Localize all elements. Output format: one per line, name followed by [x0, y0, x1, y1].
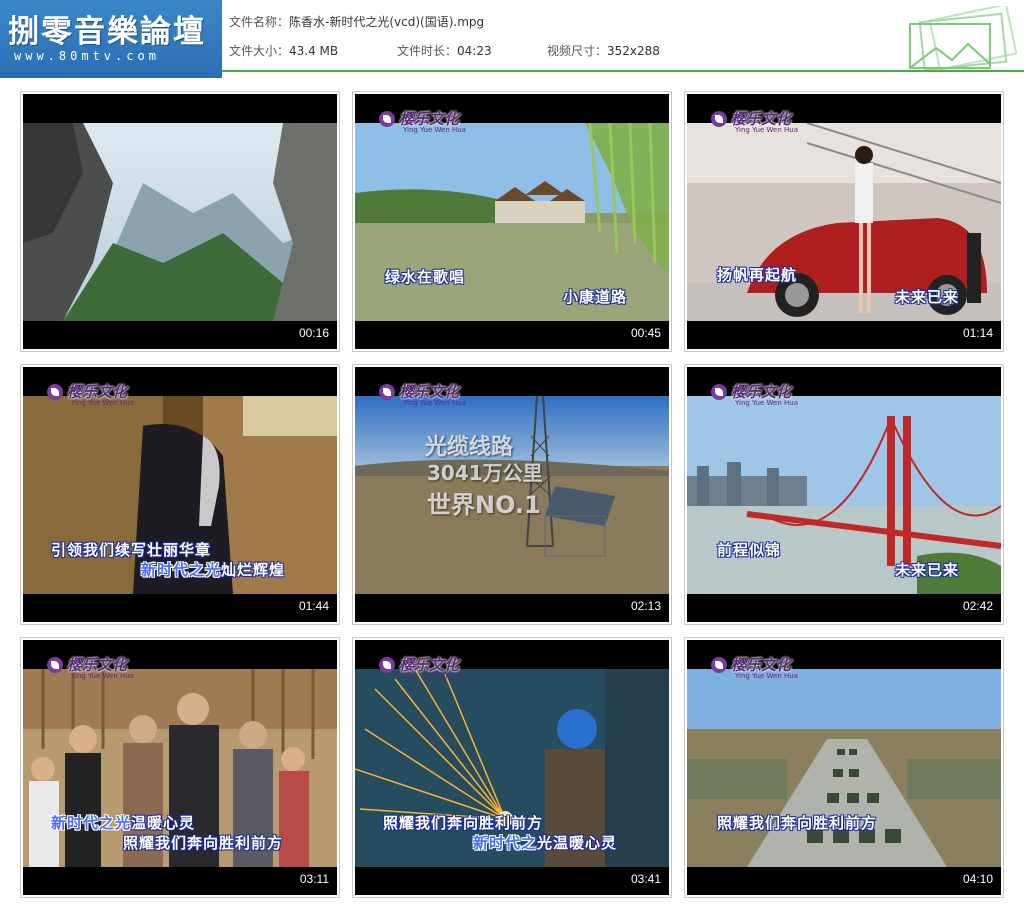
video-dimensions-info: 视频尺寸：352x288 [547, 42, 660, 59]
brand-watermark: 樱乐文化 Ying Yue Wen Hua [711, 652, 831, 682]
timestamp: 00:45 [630, 326, 661, 340]
file-name-label: 文件名称： [229, 15, 290, 29]
subtitle-line-1: 引领我们续写壮丽华章 [51, 541, 212, 559]
file-name-info: 文件名称：陈香水-新时代之光(vcd)(国语).mpg [229, 13, 484, 30]
subtitle-line-1: 新时代之光温暖心灵 [51, 812, 195, 833]
file-size-info: 文件大小：43.4 MB [229, 42, 338, 59]
thumbnail-5[interactable]: 樱乐文化 Ying Yue Wen Hua 光缆线路 3041万公里 世界NO.… [352, 364, 672, 625]
subtitle-line-2: 小康道路 [563, 288, 628, 306]
brand-sub: Ying Yue Wen Hua [71, 399, 134, 407]
timestamp: 02:42 [962, 599, 993, 613]
subtitle-line-2: 新时代之光温暖心灵 [473, 832, 617, 853]
logo-url: www.80mtv.com [14, 49, 160, 63]
brand-sub: Ying Yue Wen Hua [403, 126, 466, 134]
brand-watermark: 樱乐文化 Ying Yue Wen Hua [379, 379, 499, 409]
timestamp: 01:14 [962, 326, 993, 340]
brand-sub: Ying Yue Wen Hua [403, 399, 466, 407]
video-dimensions-value: 352x288 [607, 44, 660, 58]
subtitle-line-2: 新时代之光灿烂辉煌 [141, 559, 285, 580]
brand-watermark: 樱乐文化 Ying Yue Wen Hua [711, 106, 831, 136]
brand-watermark: 樱乐文化 Ying Yue Wen Hua [47, 652, 167, 682]
subtitle-line-1: 前程似锦 [717, 541, 782, 559]
video-dimensions-label: 视频尺寸： [547, 44, 608, 58]
header: 捌零音樂論壇 www.80mtv.com 文件名称：陈香水-新时代之光(vcd)… [0, 0, 1024, 78]
thumbnail-frame: 樱乐文化 Ying Yue Wen Hua 新时代之光温暖心灵 照耀我们奔向胜利… [23, 640, 337, 895]
header-divider [222, 70, 1024, 72]
timestamp: 04:10 [962, 872, 993, 886]
subtitle-rest: 温暖心灵 [131, 814, 196, 832]
subtitle-highlight: 新时代之光 [141, 561, 222, 579]
thumbnail-6[interactable]: 樱乐文化 Ying Yue Wen Hua 前程似锦 未来已来 02:42 [684, 364, 1004, 625]
thumbnail-image [23, 123, 337, 321]
subtitle-highlight: 新时代之 [473, 834, 538, 852]
thumbnail-grid: 00:16 樱乐文化 Ying Yue Wen Hua 绿水在歌唱 小康道路 0… [20, 91, 1006, 907]
subtitle-rest: 灿烂辉煌 [221, 561, 286, 579]
bird-logo-icon [47, 657, 63, 673]
file-size-label: 文件大小： [229, 44, 290, 58]
thumbnail-2[interactable]: 樱乐文化 Ying Yue Wen Hua 绿水在歌唱 小康道路 00:45 [352, 91, 672, 352]
file-name-value: 陈香水-新时代之光(vcd)(国语).mpg [289, 15, 485, 29]
subtitle-line-1: 绿水在歌唱 [385, 268, 466, 286]
timestamp: 03:41 [630, 872, 661, 886]
subtitle-line-2: 照耀我们奔向胜利前方 [123, 834, 284, 852]
bird-logo-icon [711, 111, 727, 127]
timestamp: 00:16 [298, 326, 329, 340]
subtitle-line-1: 照耀我们奔向胜利前方 [717, 814, 878, 832]
brand-watermark: 樱乐文化 Ying Yue Wen Hua [47, 379, 167, 409]
thumbnail-frame: 樱乐文化 Ying Yue Wen Hua 绿水在歌唱 小康道路 00:45 [355, 94, 669, 349]
file-duration-value: 04:23 [457, 44, 492, 58]
thumbnail-frame: 樱乐文化 Ying Yue Wen Hua 前程似锦 未来已来 02:42 [687, 367, 1001, 622]
file-duration-info: 文件时长：04:23 [397, 42, 492, 59]
brand-watermark: 樱乐文化 Ying Yue Wen Hua [711, 379, 831, 409]
thumbnail-frame: 樱乐文化 Ying Yue Wen Hua 照耀我们奔向胜利前方 04:10 [687, 640, 1001, 895]
timestamp: 02:13 [630, 599, 661, 613]
timestamp: 03:11 [299, 872, 329, 886]
brand-sub: Ying Yue Wen Hua [403, 672, 466, 680]
brand-watermark: 樱乐文化 Ying Yue Wen Hua [379, 106, 499, 136]
subtitle-line-1: 照耀我们奔向胜利前方 [383, 814, 544, 832]
thumbnail-frame: 樱乐文化 Ying Yue Wen Hua 扬帆再起航 未来已来 01:14 [687, 94, 1001, 349]
picture-stack-icon [909, 6, 1018, 70]
forum-logo[interactable]: 捌零音樂論壇 www.80mtv.com [0, 0, 222, 78]
thumbnail-7[interactable]: 樱乐文化 Ying Yue Wen Hua 新时代之光温暖心灵 照耀我们奔向胜利… [20, 637, 340, 898]
subtitle-highlight: 新时代之光 [51, 814, 132, 832]
thumbnail-9[interactable]: 樱乐文化 Ying Yue Wen Hua 照耀我们奔向胜利前方 04:10 [684, 637, 1004, 898]
file-size-value: 43.4 MB [289, 44, 339, 58]
brand-sub: Ying Yue Wen Hua [71, 672, 134, 680]
logo-title: 捌零音樂論壇 [8, 14, 206, 50]
bird-logo-icon [379, 111, 395, 127]
brand-sub: Ying Yue Wen Hua [735, 672, 798, 680]
thumbnail-3[interactable]: 樱乐文化 Ying Yue Wen Hua 扬帆再起航 未来已来 01:14 [684, 91, 1004, 352]
bird-logo-icon [379, 384, 395, 400]
brand-sub: Ying Yue Wen Hua [735, 126, 798, 134]
subtitle-line-1: 扬帆再起航 [717, 266, 798, 284]
brand-watermark: 樱乐文化 Ying Yue Wen Hua [379, 652, 499, 682]
bird-logo-icon [711, 384, 727, 400]
overlay-text-2: 3041万公里 [427, 461, 543, 485]
thumbnail-8[interactable]: 樱乐文化 Ying Yue Wen Hua 照耀我们奔向胜利前方 新时代之光温暖… [352, 637, 672, 898]
thumbnail-4[interactable]: 樱乐文化 Ying Yue Wen Hua 引领我们续写壮丽华章 新时代之光灿烂… [20, 364, 340, 625]
thumbnail-frame: 樱乐文化 Ying Yue Wen Hua 引领我们续写壮丽华章 新时代之光灿烂… [23, 367, 337, 622]
file-duration-label: 文件时长： [397, 44, 458, 58]
thumbnail-image [687, 669, 1001, 867]
bird-logo-icon [379, 657, 395, 673]
bird-logo-icon [711, 657, 727, 673]
brand-sub: Ying Yue Wen Hua [735, 399, 798, 407]
thumbnail-frame: 樱乐文化 Ying Yue Wen Hua 照耀我们奔向胜利前方 新时代之光温暖… [355, 640, 669, 895]
timestamp: 01:44 [298, 599, 329, 613]
thumbnail-frame: 樱乐文化 Ying Yue Wen Hua 光缆线路 3041万公里 世界NO.… [355, 367, 669, 622]
bird-logo-icon [47, 384, 63, 400]
subtitle-line-2: 未来已来 [895, 288, 960, 306]
subtitle-rest: 光温暖心灵 [537, 834, 618, 852]
overlay-text-3: 世界NO.1 [427, 491, 541, 519]
thumbnail-1[interactable]: 00:16 [20, 91, 340, 352]
thumbnail-frame: 00:16 [23, 94, 337, 349]
subtitle-line-2: 未来已来 [895, 561, 960, 579]
